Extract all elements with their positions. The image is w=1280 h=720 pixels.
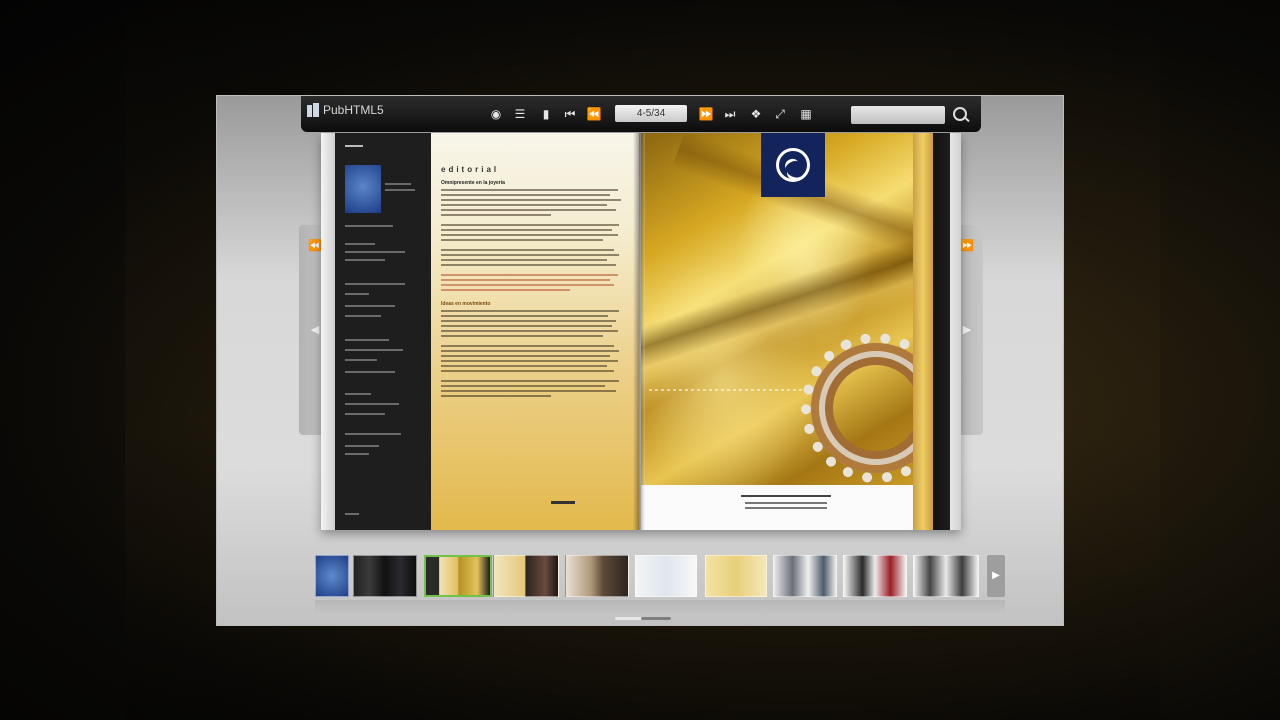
pubhtml5-logo-icon bbox=[307, 103, 319, 117]
next-page-icon[interactable]: ⏩ bbox=[697, 105, 715, 123]
article-signature bbox=[551, 501, 575, 504]
previous-page-icon[interactable]: ⏪ bbox=[585, 105, 603, 123]
editorial-article: editorial Omnipresente en la joyería Ide… bbox=[431, 133, 639, 530]
print-icon[interactable]: ◉ bbox=[487, 105, 505, 123]
thumbnail-page[interactable] bbox=[565, 555, 629, 597]
table-of-contents-icon[interactable]: ☰ bbox=[511, 105, 529, 123]
gold-strip bbox=[913, 133, 933, 530]
brand-logo: PubHTML5 bbox=[307, 103, 384, 117]
magazine-cover-image bbox=[345, 165, 381, 213]
thumbnail-page[interactable] bbox=[773, 555, 837, 597]
fullscreen-icon[interactable]: ⤢ bbox=[771, 105, 789, 123]
share-icon[interactable]: ❖ bbox=[747, 105, 765, 123]
scrollbar-thumb[interactable] bbox=[641, 617, 671, 620]
article-subheading: Omnipresente en la joyería bbox=[441, 180, 505, 186]
bookmark-icon[interactable]: ▮ bbox=[537, 105, 555, 123]
emblem-icon bbox=[776, 148, 810, 182]
thumbnail-page[interactable] bbox=[353, 555, 417, 597]
search-input[interactable] bbox=[851, 106, 945, 124]
thumbnail-page[interactable] bbox=[493, 555, 559, 597]
brand-emblem bbox=[761, 133, 825, 197]
last-page-icon[interactable]: ⏭ bbox=[721, 105, 739, 123]
toolbar: PubHTML5 ◉ ☰ ▮ ⏮ ⏪ 4-5/34 ⏩ ⏭ ❖ ⤢ ▦ bbox=[301, 96, 981, 132]
flipbook-viewer: PubHTML5 ◉ ☰ ▮ ⏮ ⏪ 4-5/34 ⏩ ⏭ ❖ ⤢ ▦ ⏪ ◀ … bbox=[216, 95, 1064, 626]
left-page-sidebar bbox=[335, 133, 431, 530]
thumbnail-reflection bbox=[315, 600, 1005, 614]
thumbnail-page[interactable] bbox=[424, 555, 492, 597]
thumbnail-page[interactable] bbox=[705, 555, 767, 597]
first-page-icon[interactable]: ⏮ bbox=[561, 105, 579, 123]
page-edge bbox=[933, 133, 961, 530]
open-book[interactable]: editorial Omnipresente en la joyería Ide… bbox=[321, 133, 961, 530]
ad-tagline bbox=[649, 389, 809, 391]
thumbnail-strip bbox=[315, 555, 1005, 599]
page-edge bbox=[321, 133, 335, 530]
thumbnail-page[interactable] bbox=[315, 555, 349, 597]
search-icon[interactable] bbox=[951, 105, 971, 125]
article-heading: editorial bbox=[441, 165, 500, 174]
book-spine bbox=[633, 133, 645, 530]
thumbnail-page[interactable] bbox=[635, 555, 697, 597]
thumbnail-page[interactable] bbox=[843, 555, 907, 597]
left-page[interactable]: editorial Omnipresente en la joyería Ide… bbox=[321, 133, 639, 530]
thumbnails-icon[interactable]: ▦ bbox=[797, 105, 815, 123]
thumbnail-page[interactable] bbox=[913, 555, 979, 597]
ad-footer bbox=[641, 485, 913, 530]
right-page[interactable] bbox=[641, 133, 961, 530]
article-section-title: Ideas en movimiento bbox=[441, 301, 491, 307]
brand-name: PubHTML5 bbox=[323, 103, 384, 117]
thumbnail-next-icon[interactable]: ▶ bbox=[987, 555, 1005, 597]
page-indicator-field[interactable]: 4-5/34 bbox=[615, 105, 687, 122]
thumbnail-scrollbar[interactable] bbox=[615, 617, 671, 620]
